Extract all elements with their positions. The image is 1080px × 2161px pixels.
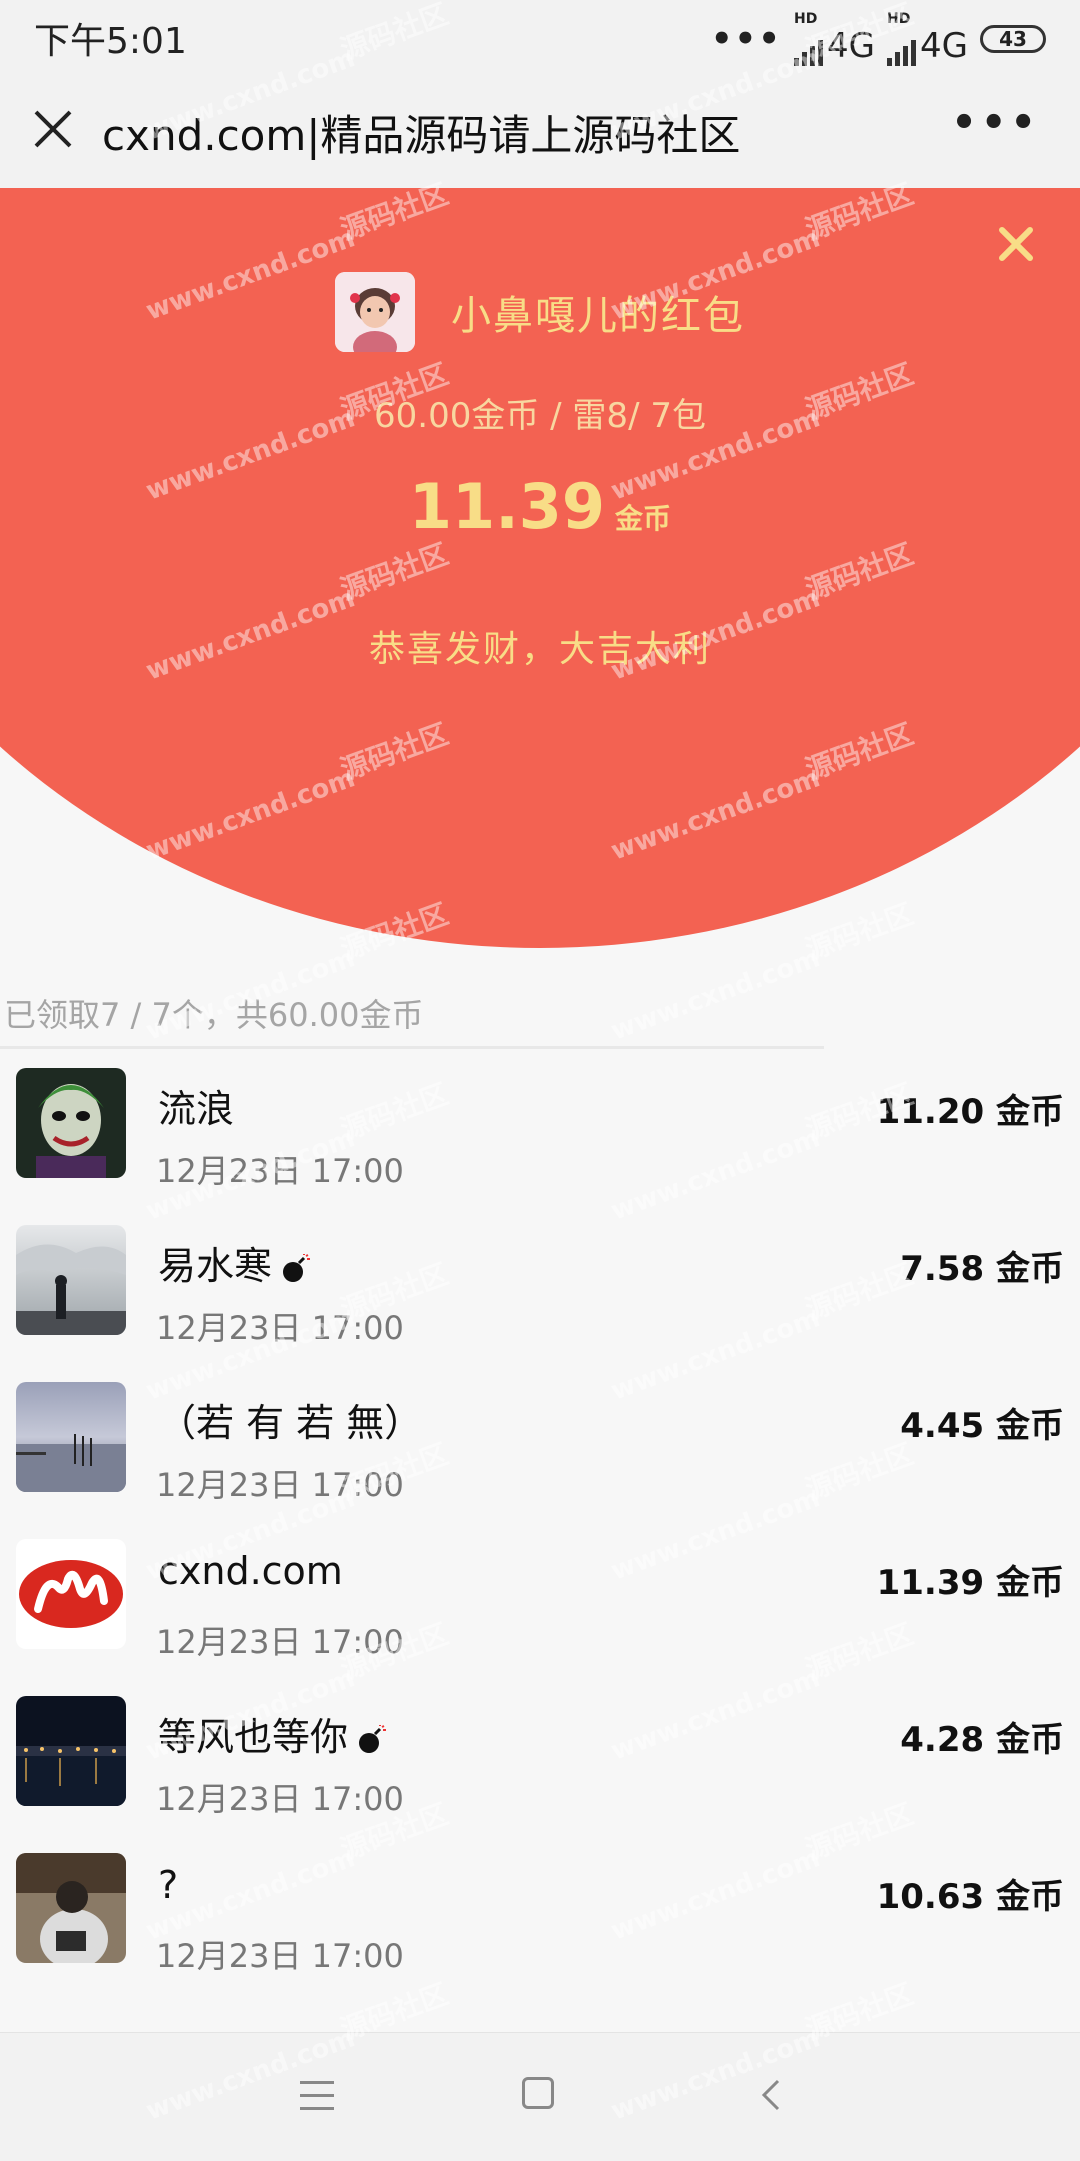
list-item[interactable]: （若 有 若 無） 12月23日 17:00 4.45 金币 [0,1372,1080,1529]
divider [0,1046,824,1049]
signal-bars-icon [794,36,824,66]
list-item[interactable]: 流浪 12月23日 17:00 11.20 金币 [0,1058,1080,1215]
list-item[interactable]: 易水寒 12月23日 17:00 7.58 金币 [0,1215,1080,1372]
claimer-name: 等风也等你 [158,1706,387,1761]
bomb-icon [283,1253,311,1282]
claimer-name-text: ? [158,1863,179,1907]
claim-amount: 4.28 金币 [900,1720,1064,1760]
sender-name: 小鼻嘎儿的红包 [451,293,745,339]
signal-1-label: 4G [827,26,876,66]
bomb-icon [359,1724,387,1753]
claimer-name: 易水寒 [158,1235,311,1290]
avatar[interactable] [16,1068,126,1178]
claim-amount: 11.20 金币 [876,1092,1064,1132]
notification-dots: ••• [710,19,783,59]
claim-time: 12月23日 17:00 [156,1309,404,1347]
sender-info: 小鼻嘎儿的红包 [0,272,1080,352]
received-amount: 11.39 金币 [0,470,1080,543]
status-time: 下午5:01 [34,21,187,62]
claimer-name: （若 有 若 無） [158,1392,422,1447]
packet-info: 60.00金币 / 雷8/ 7包 [374,396,706,436]
amount-value: 11.39 [408,470,606,543]
list-item[interactable]: ? 12月23日 17:00 10.63 金币 [0,1843,1080,2000]
sender-avatar[interactable] [335,272,415,352]
claim-time: 12月23日 17:00 [156,1152,404,1190]
signal-1-badge: HD [794,11,818,27]
avatar[interactable] [16,1539,126,1649]
claim-amount: 10.63 金币 [876,1877,1064,1917]
status-indicators: ••• HD 4G HD 4G 43 [711,12,1046,66]
watermark-domain: www.cxnd.com [607,943,824,1046]
claim-time: 12月23日 17:00 [156,1780,404,1818]
avatar[interactable] [16,1225,126,1335]
signal-2: HD 4G [887,12,968,66]
signal-1: HD 4G [794,12,875,66]
claim-time: 12月23日 17:00 [156,1937,404,1975]
packet-close-icon[interactable] [996,224,1036,264]
claimer-name-text: cxnd.com [158,1549,343,1593]
amount-unit: 金币 [615,502,672,535]
page-title: cxnd.com|精品源码请上源码社区 [102,111,741,160]
claim-summary: 已领取7 / 7个，共60.00金币 [4,996,424,1034]
avatar[interactable] [16,1696,126,1806]
close-icon[interactable] [28,104,78,154]
claimer-name-text: （若 有 若 無） [158,1401,423,1445]
signal-2-label: 4G [920,26,968,66]
battery-icon: 43 [980,25,1046,53]
signal-bars-icon [887,36,917,66]
claimer-name-text: 等风也等你 [158,1715,349,1759]
avatar[interactable] [16,1853,126,1963]
claimer-name-text: 流浪 [158,1087,235,1131]
claimer-name: 流浪 [158,1078,234,1133]
back-icon[interactable] [756,2077,786,2113]
list-item[interactable]: 等风也等你 12月23日 17:00 4.28 金币 [0,1686,1080,1843]
more-icon[interactable]: ••• [951,100,1040,146]
claim-list: 流浪 12月23日 17:00 11.20 金币 易水寒 12月23日 17:0… [0,1058,1080,2000]
claim-amount: 7.58 金币 [900,1249,1064,1289]
title-bar: cxnd.com|精品源码请上源码社区 ••• [0,72,1080,189]
claim-time: 12月23日 17:00 [156,1623,404,1661]
system-nav-bar [0,2032,1080,2161]
claimer-name-text: 易水寒 [158,1244,273,1288]
claim-time: 12月23日 17:00 [156,1466,404,1504]
signal-2-badge: HD [887,11,911,27]
home-icon[interactable] [522,2077,554,2109]
claimer-name: ? [158,1863,178,1907]
status-bar: 下午5:01 ••• HD 4G HD 4G 43 [0,0,1080,72]
claim-amount: 4.45 金币 [900,1406,1064,1446]
menu-icon[interactable] [300,2081,334,2111]
blessing-text: 恭喜发财，大吉大利 [368,629,711,670]
list-item[interactable]: cxnd.com 12月23日 17:00 11.39 金币 [0,1529,1080,1686]
claim-amount: 11.39 金币 [876,1563,1064,1603]
claimer-name: cxnd.com [158,1549,343,1593]
red-packet-header: 小鼻嘎儿的红包 60.00金币 / 雷8/ 7包 11.39 金币 恭喜发财，大吉… [0,188,1080,958]
avatar[interactable] [16,1382,126,1492]
